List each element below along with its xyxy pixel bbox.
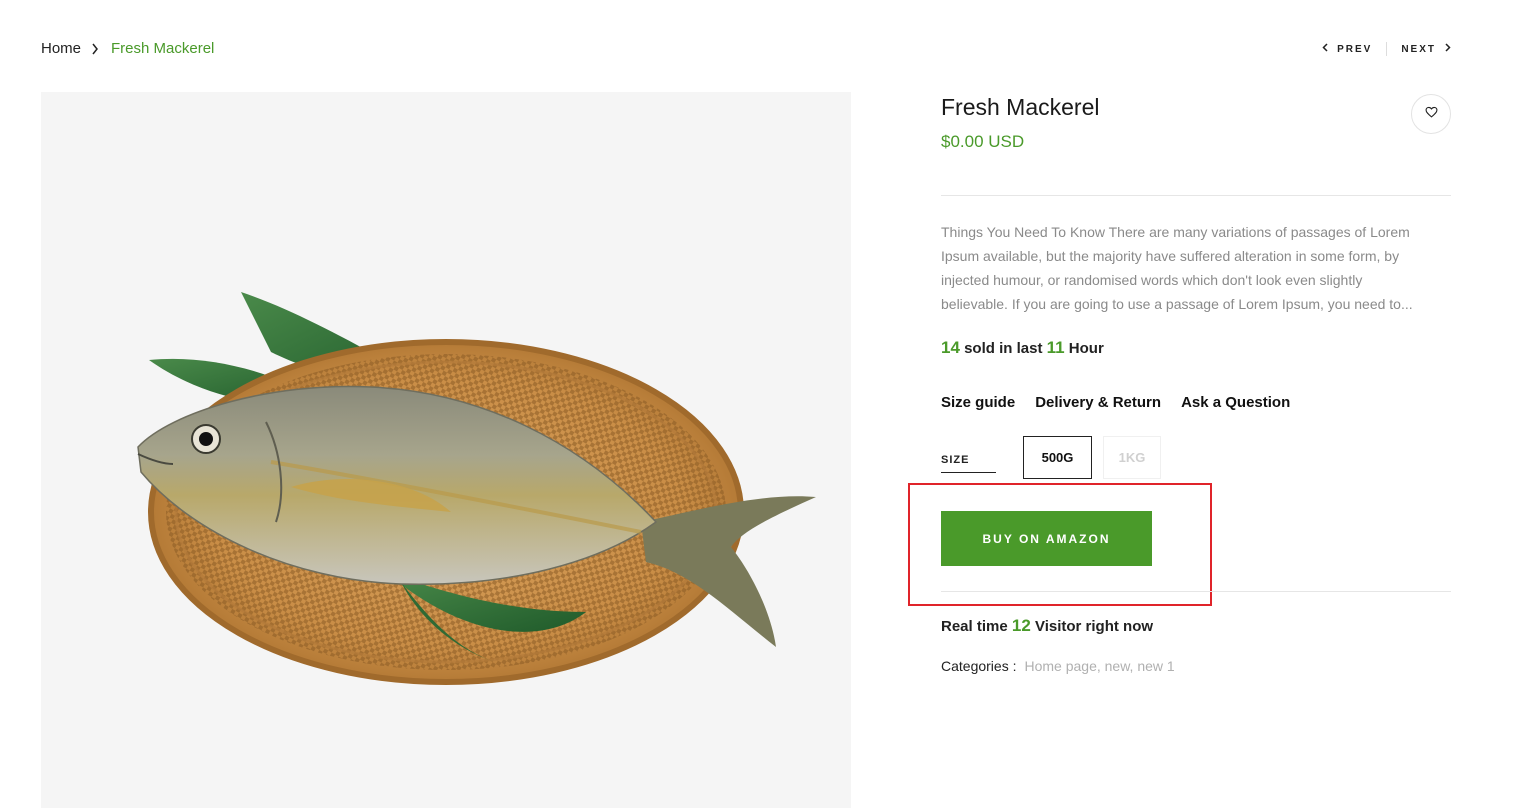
delivery-return-link[interactable]: Delivery & Return [1035,394,1161,411]
sold-hour-text: Hour [1068,340,1104,357]
categories-label: Categories : [941,658,1017,674]
divider [941,591,1451,592]
breadcrumb-home-link[interactable]: Home [41,40,81,57]
product-title: Fresh Mackerel [941,94,1100,120]
categories: Categories : Home page, new, new 1 [941,658,1175,674]
sold-counter: 14 sold in last 11 Hour [941,338,1104,358]
size-option-1kg[interactable]: 1KG [1103,436,1161,479]
visitors-suffix: Visitor right now [1034,618,1154,635]
divider [941,195,1451,196]
sold-count: 14 [941,338,960,357]
product-links: Size guide Delivery & Return Ask a Quest… [941,394,1290,411]
product-description: Things You Need To Know There are many v… [941,224,1413,312]
visitors-prefix: Real time [941,618,1008,635]
sold-hours: 11 [1046,338,1065,357]
prev-label: PREV [1337,43,1373,55]
ask-question-link[interactable]: Ask a Question [1181,394,1290,411]
product-info: Fresh Mackerel $0.00 USD Things You Need… [908,92,1451,674]
chevron-left-icon [1322,43,1328,55]
size-label: SIZE [941,454,996,473]
product-price: $0.00 USD [941,132,1025,151]
chevron-right-icon [91,43,99,55]
breadcrumb-current: Fresh Mackerel [111,40,215,57]
next-label: NEXT [1401,43,1436,55]
heart-icon [1425,105,1438,123]
fish-on-basket-illustration [137,292,816,685]
categories-values[interactable]: Home page, new, new 1 [1024,658,1174,674]
product-pager: PREV NEXT [1322,42,1451,56]
next-link[interactable]: NEXT [1401,43,1451,55]
buy-on-amazon-button[interactable]: BUY ON AMAZON [941,511,1152,566]
size-option-500g[interactable]: 500G [1023,436,1092,479]
sold-text: sold in last [964,340,1043,357]
wishlist-button[interactable] [1411,94,1451,134]
visitor-counter: Real time 12 Visitor right now [941,616,1153,636]
visitors-count: 12 [1011,616,1031,635]
size-guide-link[interactable]: Size guide [941,394,1015,411]
prev-link[interactable]: PREV [1322,43,1372,55]
breadcrumb: Home Fresh Mackerel [41,40,214,57]
chevron-right-icon [1445,43,1451,55]
pager-divider [1386,42,1388,56]
product-image[interactable] [41,92,851,808]
